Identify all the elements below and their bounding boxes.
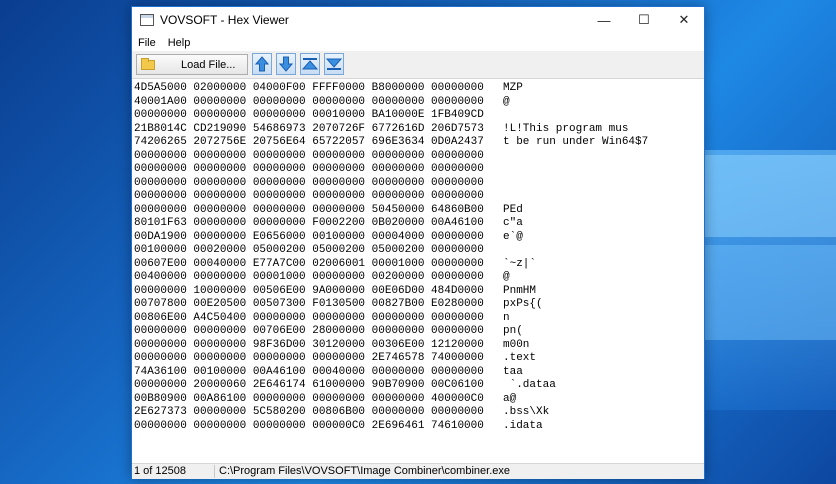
hex-row: 00B80900 00A86100 00000000 00000000 0000…	[134, 392, 484, 405]
hex-row: 00000000 10000000 00506E00 9A000000 00E0…	[134, 284, 484, 297]
hex-row: 00000000 00000000 00000000 00000000 0000…	[134, 149, 484, 162]
scroll-up-button[interactable]	[252, 53, 272, 75]
hex-row: 74A36100 00100000 00A46100 00040000 0000…	[134, 365, 484, 378]
minimize-button[interactable]: —	[584, 7, 624, 33]
hex-row: 00000000 00000000 98F36D00 30120000 0030…	[134, 338, 484, 351]
hex-row: 00000000 00000000 00000000 00000000 5045…	[134, 203, 484, 216]
app-icon	[140, 14, 154, 26]
hex-row: 2E627373 00000000 5C580200 00806B00 0000…	[134, 406, 484, 418]
ascii-row: !L!This program mus	[503, 122, 629, 135]
ascii-row: pn(	[503, 325, 523, 337]
ascii-row: .bss\Xk	[503, 406, 550, 418]
ascii-row: @	[503, 95, 510, 108]
status-bar: 1 of 12508 C:\Program Files\VOVSOFT\Imag…	[132, 463, 704, 479]
ascii-row: n	[503, 311, 510, 324]
load-file-button[interactable]: Load File...	[136, 54, 248, 75]
menu-file[interactable]: File	[132, 37, 162, 49]
hex-row: 80101F63 00000000 00000000 F0002200 0B02…	[134, 217, 484, 229]
ascii-row: e`@	[503, 230, 523, 243]
ascii-row: `.dataa	[503, 379, 556, 391]
go-bottom-icon	[326, 58, 342, 70]
arrow-down-icon	[279, 56, 293, 72]
hex-row: 00000000 00000000 00000000 000000C0 2E69…	[134, 419, 484, 432]
record-position: 1 of 12508	[134, 465, 186, 477]
hex-row: 00000000 00000000 00000000 00000000 0000…	[134, 163, 484, 175]
ascii-row: .idata	[503, 419, 543, 432]
hex-row: 00000000 00000000 00000000 00000000 0000…	[134, 176, 484, 189]
ascii-row: a@	[503, 392, 517, 405]
hex-row: 21B8014C CD219090 54686973 2070726F 6772…	[134, 122, 484, 135]
status-divider	[214, 465, 215, 478]
hex-row: 00400000 00000000 00001000 00000000 0020…	[134, 271, 484, 283]
hex-row: 00806E00 A4C50400 00000000 00000000 0000…	[134, 311, 484, 324]
title-bar[interactable]: VOVSOFT - Hex Viewer — ☐ ✕	[132, 7, 704, 33]
go-top-button[interactable]	[300, 53, 320, 75]
ascii-row: PnmHM	[503, 284, 537, 297]
ascii-row: @	[503, 271, 510, 283]
maximize-button[interactable]: ☐	[624, 7, 664, 33]
menu-help[interactable]: Help	[162, 37, 197, 49]
ascii-row: taa	[503, 365, 523, 378]
hex-row: 00000000 00000000 00000000 00000000 0000…	[134, 190, 484, 202]
window-controls: — ☐ ✕	[584, 7, 704, 33]
ascii-row: m00n	[503, 338, 530, 351]
menu-bar: File Help	[132, 33, 704, 53]
hex-row: 00000000 20000060 2E646174 61000000 90B7…	[134, 379, 484, 391]
window-title: VOVSOFT - Hex Viewer	[160, 13, 289, 27]
folder-icon	[141, 57, 155, 70]
go-bottom-button[interactable]	[324, 53, 344, 75]
hex-row: 40001A00 00000000 00000000 00000000 0000…	[134, 95, 484, 108]
hex-row: 00707800 00E20500 00507300 F0130500 0082…	[134, 298, 484, 310]
ascii-row: MZP	[503, 82, 523, 94]
desktop-wallpaper-pane	[705, 245, 836, 340]
close-button[interactable]: ✕	[664, 7, 704, 33]
scroll-down-button[interactable]	[276, 53, 296, 75]
hex-row: 00000000 00000000 00706E00 28000000 0000…	[134, 325, 484, 337]
hex-row: 00000000 00000000 00000000 00000000 2E74…	[134, 352, 484, 364]
hex-row: 00100000 00020000 05000200 05000200 0500…	[134, 244, 484, 256]
hex-viewer-window: VOVSOFT - Hex Viewer — ☐ ✕ File Help Loa…	[131, 6, 705, 479]
ascii-row: pxPs{(	[503, 298, 543, 310]
load-file-label: Load File...	[181, 58, 236, 71]
hex-row: 00607E00 00040000 E77A7C00 02006001 0000…	[134, 257, 484, 270]
ascii-row: t be run under Win64$7	[503, 136, 649, 148]
hex-row: 00000000 00000000 00000000 00010000 BA10…	[134, 109, 484, 121]
arrow-up-icon	[255, 56, 269, 72]
file-path: C:\Program Files\VOVSOFT\Image Combiner\…	[219, 465, 510, 477]
desktop-wallpaper-pane	[705, 155, 836, 237]
hex-dump-view[interactable]: 4D5A5000 02000000 04000F00 FFFF0000 B800…	[132, 79, 704, 461]
ascii-row: `~z|`	[503, 257, 537, 270]
hex-row: 74206265 2072756E 20756E64 65722057 696E…	[134, 136, 484, 148]
ascii-row: .text	[503, 352, 537, 364]
go-top-icon	[302, 58, 318, 70]
ascii-row: c"a	[503, 217, 523, 229]
hex-row: 00DA1900 00000000 E0656000 00100000 0000…	[134, 230, 484, 243]
toolbar: Load File...	[132, 51, 704, 79]
ascii-row: PEd	[503, 203, 523, 216]
hex-row: 4D5A5000 02000000 04000F00 FFFF0000 B800…	[134, 82, 484, 94]
